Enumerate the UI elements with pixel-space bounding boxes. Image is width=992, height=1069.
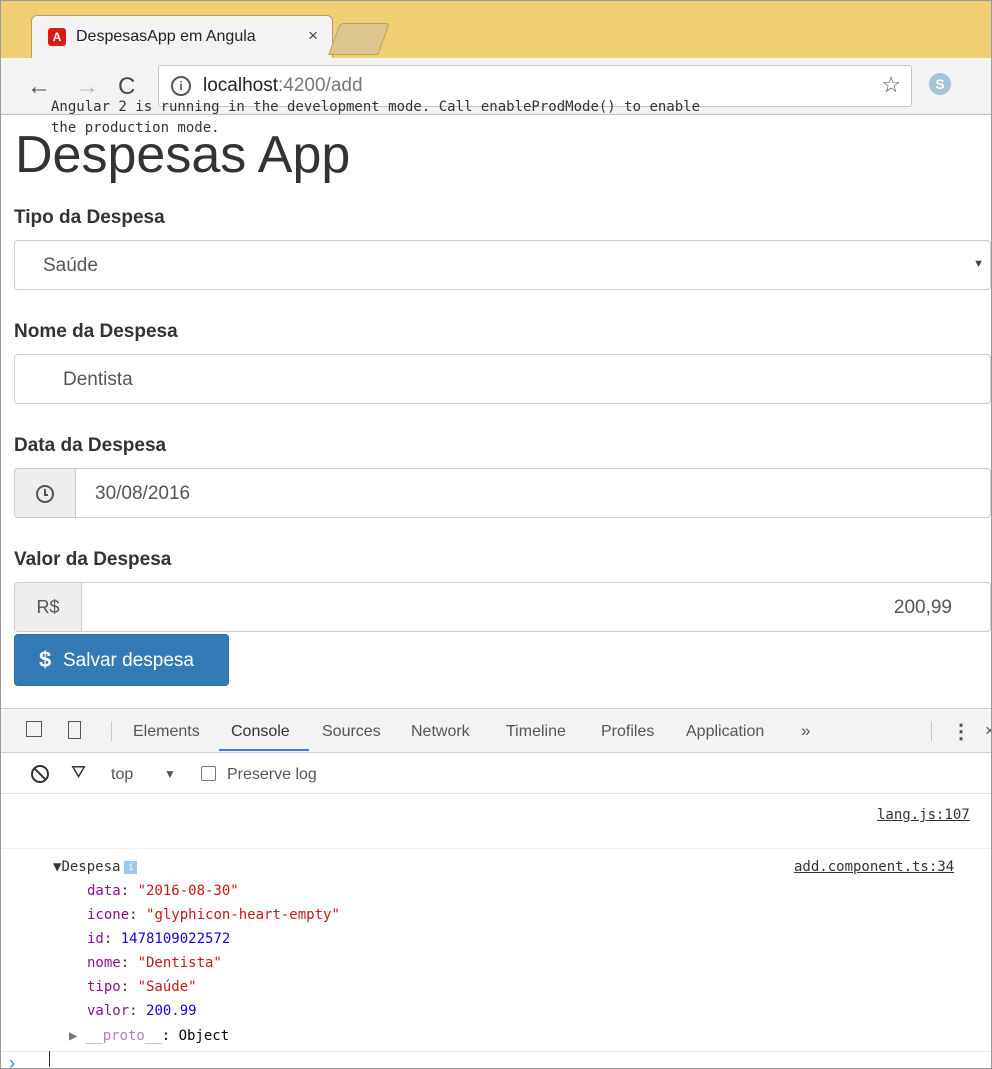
property-value: "Saúde" <box>137 979 197 995</box>
source-link[interactable]: add.component.ts:34 <box>794 859 954 875</box>
property-key: id <box>87 931 104 947</box>
property-value: "2016-08-30" <box>137 883 239 899</box>
tab-elements[interactable]: Elements <box>133 723 200 741</box>
device-toolbar-icon[interactable] <box>68 721 81 739</box>
object-property: id: 1478109022572 <box>87 931 231 947</box>
save-button-label: Salvar despesa <box>63 650 194 671</box>
data-input-group: 30/08/2016 <box>14 468 991 518</box>
object-header[interactable]: ▼Despesa i <box>53 859 138 875</box>
tab-profiles[interactable]: Profiles <box>601 723 654 741</box>
clock-addon <box>15 469 76 517</box>
context-selector[interactable]: top <box>111 766 133 784</box>
object-property: data: "2016-08-30" <box>87 883 239 899</box>
url-host: localhost <box>203 75 278 96</box>
data-label: Data da Despesa <box>14 435 167 456</box>
url-path: :4200/add <box>278 75 363 96</box>
console-divider <box>1 1051 991 1052</box>
console-input[interactable] <box>49 1051 50 1067</box>
valor-label: Valor da Despesa <box>14 549 172 570</box>
skype-extension-icon[interactable]: S <box>929 73 951 95</box>
expand-triangle-icon[interactable]: ▶ <box>69 1028 86 1044</box>
tab-network[interactable]: Network <box>411 723 470 741</box>
property-key: nome <box>87 955 121 971</box>
valor-input[interactable]: 200,99 <box>894 597 952 619</box>
more-tabs-icon[interactable]: » <box>801 721 810 741</box>
close-devtools-icon[interactable]: × <box>985 721 991 741</box>
source-link[interactable]: lang.js:107 <box>877 807 970 823</box>
console-prompt-icon: › <box>9 1053 15 1069</box>
toolbar-divider <box>931 721 932 741</box>
filter-icon[interactable]: ⛛ <box>71 762 86 783</box>
select-arrow-icon: ▼ <box>973 258 984 270</box>
active-tab-indicator <box>219 749 309 751</box>
nome-value: Dentista <box>63 369 133 390</box>
browser-tab[interactable]: A DespesasApp em Angula × <box>31 15 333 59</box>
dollar-icon: $ <box>39 647 52 672</box>
tipo-label: Tipo da Despesa <box>14 207 165 228</box>
property-value: "glyphicon-heart-empty" <box>146 907 340 923</box>
property-key: tipo <box>87 979 121 995</box>
console-divider <box>1 848 991 849</box>
currency-addon: R$ <box>15 583 82 631</box>
new-tab-button[interactable] <box>328 23 390 55</box>
tab-sources[interactable]: Sources <box>322 723 381 741</box>
property-key: valor <box>87 1003 130 1019</box>
tab-title: DespesasApp em Angula <box>76 28 256 45</box>
browser-window: A DespesasApp em Angula × ← → C i localh… <box>0 0 992 1069</box>
tipo-select[interactable]: Saúde ▼ <box>14 240 991 290</box>
tab-application[interactable]: Application <box>686 723 764 741</box>
bookmark-star-icon[interactable]: ☆ <box>881 72 901 98</box>
proto-row[interactable]: ▶ __proto__: Object <box>69 1028 229 1044</box>
console-message-line: the production mode. <box>51 120 220 136</box>
close-tab-icon[interactable]: × <box>308 26 318 46</box>
tipo-selected-value: Saúde <box>43 255 98 276</box>
info-icon[interactable]: i <box>171 76 191 96</box>
console-message-line: Angular 2 is running in the development … <box>51 99 701 115</box>
tab-strip: A DespesasApp em Angula × <box>1 1 991 59</box>
property-value: "Dentista" <box>137 955 222 971</box>
property-key: __proto__ <box>85 1028 162 1044</box>
save-button[interactable]: $ Salvar despesa <box>14 634 229 686</box>
property-value: 1478109022572 <box>120 931 231 947</box>
valor-input-group: R$ 200,99 <box>14 582 991 632</box>
property-key: icone <box>87 907 130 923</box>
console-message: Angular 2 is running in the development … <box>51 97 851 139</box>
toolbar-divider <box>111 721 112 741</box>
info-badge-icon: i <box>124 860 138 874</box>
angular-favicon-icon: A <box>48 28 66 46</box>
clock-icon <box>36 485 54 503</box>
url-text: localhost:4200/add <box>203 75 363 97</box>
object-property: icone: "glyphicon-heart-empty" <box>87 907 340 923</box>
property-key: data <box>87 883 121 899</box>
object-property: valor: 200.99 <box>87 1003 197 1019</box>
kebab-menu-icon[interactable]: ⋮ <box>951 719 971 744</box>
clear-console-icon[interactable] <box>31 765 49 783</box>
preserve-log-label: Preserve log <box>227 766 317 783</box>
console-toolbar: ⛛ top ▼ Preserve log <box>1 753 991 794</box>
back-arrow-icon[interactable]: ← <box>27 73 51 101</box>
property-value: 200.99 <box>146 1003 197 1019</box>
object-property: tipo: "Saúde" <box>87 979 197 995</box>
tab-console[interactable]: Console <box>231 723 290 741</box>
property-value: Object <box>178 1028 230 1044</box>
data-input[interactable]: 30/08/2016 <box>95 483 190 505</box>
inspect-element-icon[interactable] <box>26 721 42 737</box>
devtools-tabbar: Elements Console Sources Network Timelin… <box>1 709 991 753</box>
nome-label: Nome da Despesa <box>14 321 178 342</box>
context-dropdown-icon[interactable]: ▼ <box>164 767 176 781</box>
nome-input[interactable]: Dentista <box>14 354 991 404</box>
object-property: nome: "Dentista" <box>87 955 222 971</box>
object-name: Despesa <box>61 859 121 875</box>
preserve-log-checkbox[interactable] <box>201 766 216 781</box>
tab-timeline[interactable]: Timeline <box>506 723 566 741</box>
